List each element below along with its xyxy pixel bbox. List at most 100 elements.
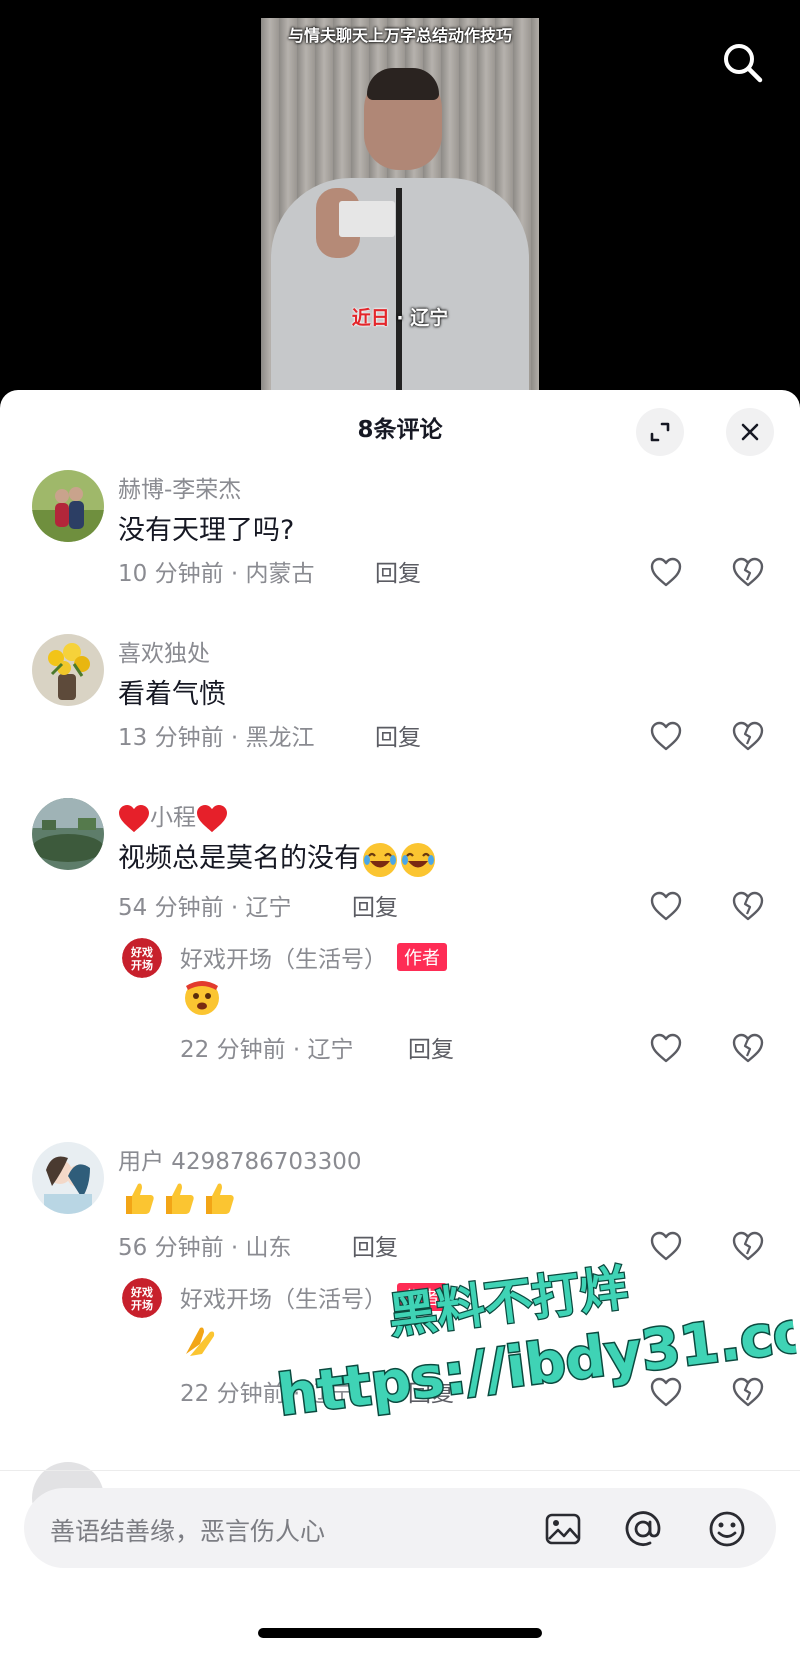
comment-text: 视频总是莫名的没有	[118, 843, 361, 874]
mention-button[interactable]	[622, 1508, 664, 1550]
like-button[interactable]	[646, 552, 686, 592]
comment-text: 看着气愤	[118, 679, 226, 710]
comment-username: 小程	[150, 805, 196, 831]
avatar[interactable]	[32, 1142, 104, 1214]
dislike-button[interactable]	[728, 1226, 768, 1266]
video-location-date: 近日	[351, 307, 390, 329]
held-card	[339, 201, 395, 237]
search-button[interactable]	[718, 38, 766, 86]
video-location-sep: ·	[389, 307, 411, 329]
image-icon	[545, 1513, 581, 1545]
comment-time-location: 56 分钟前 · 山东	[118, 1235, 292, 1261]
at-mention-icon	[625, 1511, 661, 1546]
video-caption: 与情夫聊天上万字总结动作技巧	[287, 26, 512, 45]
close-button[interactable]	[726, 408, 774, 456]
like-button[interactable]	[646, 1226, 686, 1266]
person-hair	[367, 68, 439, 100]
broken-heart-icon	[732, 891, 764, 921]
video-frame[interactable]: 与情夫聊天上万字总结动作技巧 近日 · 辽宁	[261, 18, 539, 400]
heart-icon	[650, 891, 682, 921]
dislike-button[interactable]	[728, 1372, 768, 1412]
comment-text-row	[118, 1178, 238, 1218]
svg-text:开场: 开场	[131, 958, 153, 972]
image-button[interactable]	[542, 1508, 584, 1550]
laughing-emoji-icon	[401, 842, 435, 877]
laughing-emoji-icon	[363, 842, 397, 877]
avatar[interactable]	[32, 634, 104, 706]
dislike-button[interactable]	[728, 886, 768, 926]
broken-heart-icon	[732, 1377, 764, 1407]
like-button[interactable]	[646, 886, 686, 926]
video-location-place: 辽宁	[410, 307, 449, 329]
author-avatar[interactable]: 好戏 开场	[122, 938, 162, 978]
comment-time-location: 54 分钟前 · 辽宁	[118, 895, 292, 921]
avatar[interactable]	[32, 798, 104, 870]
dislike-button[interactable]	[728, 1028, 768, 1068]
close-icon	[741, 423, 759, 441]
author-badge: 作者	[397, 1283, 447, 1311]
reply-button[interactable]: 回复	[375, 718, 421, 752]
author-avatar[interactable]: 好戏 开场	[122, 1278, 162, 1318]
svg-text:好戏: 好戏	[130, 945, 153, 959]
reply-button[interactable]: 回复	[408, 1374, 454, 1408]
heart-icon	[650, 1377, 682, 1407]
expand-icon	[650, 422, 670, 442]
reply-emoji	[180, 1318, 222, 1364]
thumbs-up-emoji-icon	[126, 1183, 154, 1214]
reply-button[interactable]: 回复	[352, 888, 398, 922]
like-button[interactable]	[646, 716, 686, 756]
input-divider	[0, 1470, 800, 1471]
comment-username[interactable]: 用户 4298786703300	[118, 1142, 362, 1176]
pray-hands-emoji-icon	[186, 1327, 215, 1356]
reply-button[interactable]: 回复	[408, 1030, 454, 1064]
like-button[interactable]	[646, 1372, 686, 1412]
jacket-zipper	[396, 188, 402, 400]
video-area[interactable]: 与情夫聊天上万字总结动作技巧 近日 · 辽宁	[0, 0, 800, 400]
reply-time-location: 22 分钟前 · 辽宁	[180, 1381, 354, 1407]
reply-username: 好戏开场（生活号）	[180, 947, 387, 973]
like-button[interactable]	[646, 1028, 686, 1068]
heart-icon	[650, 1033, 682, 1063]
comment-text: 没有天理了吗?	[118, 515, 295, 546]
thinking-emoji-icon	[185, 981, 219, 1015]
dislike-button[interactable]	[728, 716, 768, 756]
comment-panel: 8条评论 赫博-李荣杰 没有天理了吗? 10 分钟前 · 内蒙古 回复 喜欢独处…	[0, 390, 800, 1654]
svg-text:好戏: 好戏	[130, 1285, 153, 1299]
thumbs-up-emoji-icon	[166, 1183, 194, 1214]
comment-input-placeholder: 善语结善缘，恶言伤人心	[50, 1517, 326, 1546]
comment-time-location: 13 分钟前 · 黑龙江	[118, 725, 315, 751]
red-heart-icon	[119, 804, 149, 832]
reply-username-row[interactable]: 好戏开场（生活号） 作者	[180, 940, 447, 974]
red-heart-icon	[197, 804, 227, 832]
broken-heart-icon	[732, 557, 764, 587]
comment-username[interactable]: 赫博-李荣杰	[118, 470, 241, 504]
home-indicator[interactable]	[258, 1628, 542, 1638]
broken-heart-icon	[732, 721, 764, 751]
author-badge: 作者	[397, 943, 447, 971]
reply-button[interactable]: 回复	[375, 554, 421, 588]
reply-time-location: 22 分钟前 · 辽宁	[180, 1037, 354, 1063]
comment-username[interactable]: 喜欢独处	[118, 634, 210, 668]
broken-heart-icon	[732, 1231, 764, 1261]
dislike-button[interactable]	[728, 552, 768, 592]
expand-button[interactable]	[636, 408, 684, 456]
comment-time-location: 10 分钟前 · 内蒙古	[118, 561, 315, 587]
search-icon	[724, 44, 763, 83]
heart-icon	[650, 557, 682, 587]
svg-text:开场: 开场	[131, 1298, 153, 1312]
reply-button[interactable]: 回复	[352, 1228, 398, 1262]
smiley-icon	[709, 1511, 745, 1547]
reply-emoji	[180, 974, 224, 1022]
comment-input[interactable]: 善语结善缘，恶言伤人心	[24, 1488, 776, 1568]
broken-heart-icon	[732, 1033, 764, 1063]
heart-icon	[650, 721, 682, 751]
comment-text-row: 视频总是莫名的没有	[118, 836, 437, 879]
heart-icon	[650, 1231, 682, 1261]
video-location: 近日 · 辽宁	[261, 303, 539, 330]
reply-username: 好戏开场（生活号）	[180, 1287, 387, 1313]
avatar[interactable]	[32, 470, 104, 542]
thumbs-up-emoji-icon	[206, 1183, 234, 1214]
emoji-button[interactable]	[706, 1508, 748, 1550]
reply-username-row[interactable]: 好戏开场（生活号） 作者	[180, 1280, 447, 1314]
comment-username-row[interactable]: 小程	[118, 798, 228, 834]
